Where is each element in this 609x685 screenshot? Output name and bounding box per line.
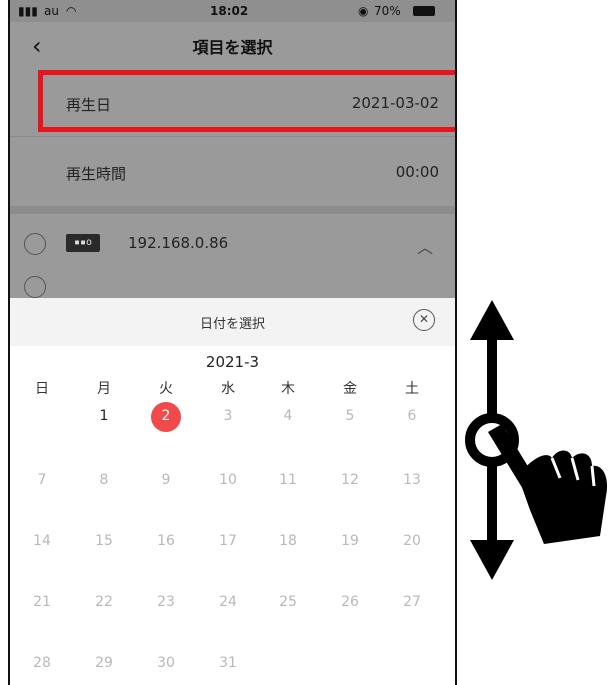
weekday-header: 木 — [281, 381, 295, 397]
calendar-day[interactable]: 14 — [22, 533, 62, 549]
calendar-day[interactable]: 26 — [330, 594, 370, 610]
device-radio-2[interactable] — [24, 276, 46, 298]
weekday-header: 日 — [35, 381, 49, 397]
calendar-day[interactable]: 30 — [146, 655, 186, 671]
playback-time-value: 00:00 — [395, 163, 439, 181]
device-row-partial — [10, 274, 455, 298]
date-picker-title: 日付を選択 — [199, 317, 265, 332]
calendar-day[interactable]: 6 — [392, 408, 432, 424]
playback-time-label: 再生時間 — [66, 165, 127, 183]
weekday-header: 火 — [159, 381, 173, 397]
calendar-day[interactable]: 16 — [146, 533, 186, 549]
calendar-day[interactable]: 27 — [392, 594, 432, 610]
playback-time-row[interactable]: 再生時間 00:00 — [10, 136, 455, 207]
calendar-day[interactable]: 7 — [22, 472, 62, 488]
phone-screen: ▮▮▮ au ◠ 18:02 ◉ 70% ‹ 項目を選択 再生日 2021-03… — [8, 0, 457, 685]
status-time: 18:02 — [210, 4, 249, 18]
calendar-day[interactable]: 10 — [208, 472, 248, 488]
battery-icon — [413, 6, 435, 16]
calendar-day-number: 2 — [161, 408, 171, 424]
close-icon[interactable]: ✕ — [413, 309, 435, 331]
recorder-device-icon: ▪▪o — [66, 234, 100, 252]
calendar-day[interactable]: 13 — [392, 472, 432, 488]
device-ip: 192.168.0.86 — [128, 234, 229, 252]
calendar-day[interactable]: 18 — [268, 533, 308, 549]
calendar-day[interactable]: 8 — [84, 472, 124, 488]
chevron-up-icon[interactable]: ︿ — [417, 234, 433, 258]
calendar-day-selected[interactable]: 2 — [146, 402, 186, 432]
calendar-day[interactable]: 1 — [84, 408, 124, 424]
calendar-day[interactable]: 25 — [268, 594, 308, 610]
highlight-box — [38, 70, 455, 132]
date-picker-header: 日付を選択 ✕ — [10, 298, 455, 346]
calendar-day[interactable]: 23 — [146, 594, 186, 610]
wifi-icon: ◠ — [66, 4, 77, 18]
page-title: 項目を選択 — [192, 38, 273, 57]
calendar-day[interactable]: 17 — [208, 533, 248, 549]
device-row[interactable]: ▪▪o 192.168.0.86 ︿ — [10, 214, 455, 274]
calendar-day[interactable]: 20 — [392, 533, 432, 549]
date-picker-sheet: 日付を選択 ✕ 2021-3 日月火水木金土 1 2 3 4 5 6 7 8 9 10 11 12 13 1… — [10, 298, 455, 685]
weekday-header: 金 — [343, 381, 357, 397]
device-radio[interactable] — [24, 233, 46, 255]
calendar-day[interactable]: 5 — [330, 408, 370, 424]
location-icon: ◉ — [358, 4, 369, 18]
calendar-day[interactable]: 29 — [84, 655, 124, 671]
calendar-day[interactable]: 28 — [22, 655, 62, 671]
calendar-day[interactable]: 12 — [330, 472, 370, 488]
calendar-day[interactable]: 15 — [84, 533, 124, 549]
battery-percent: 70% — [374, 4, 401, 18]
calendar-day[interactable]: 31 — [208, 655, 248, 671]
calendar-day[interactable]: 24 — [208, 594, 248, 610]
carrier-label: au — [44, 4, 59, 18]
calendar-day[interactable]: 21 — [22, 594, 62, 610]
calendar-day[interactable]: 9 — [146, 472, 186, 488]
signal-icon: ▮▮▮ — [18, 4, 38, 18]
section-divider — [10, 206, 455, 214]
weekday-header: 土 — [405, 381, 419, 397]
weekday-header: 水 — [221, 381, 235, 397]
calendar-day[interactable]: 19 — [330, 533, 370, 549]
calendar-day[interactable]: 11 — [268, 472, 308, 488]
status-bar: ▮▮▮ au ◠ 18:02 ◉ 70% — [10, 0, 455, 22]
calendar-day[interactable]: 22 — [84, 594, 124, 610]
weekday-header: 月 — [97, 381, 111, 397]
calendar-day[interactable]: 3 — [208, 408, 248, 424]
nav-bar: ‹ 項目を選択 — [10, 22, 455, 70]
month-label: 2021-3 — [205, 353, 260, 371]
swipe-gesture-icon — [465, 300, 608, 580]
calendar-day[interactable]: 4 — [268, 408, 308, 424]
